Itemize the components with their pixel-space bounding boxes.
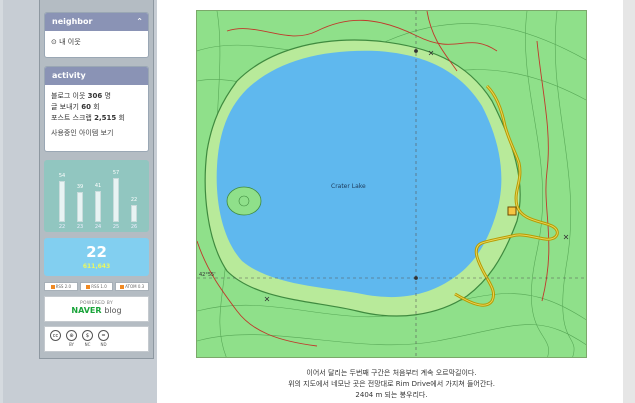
items-in-use-link[interactable]: 사용중인 아이템 보기 — [51, 128, 142, 139]
activity-title: activity — [52, 71, 86, 80]
my-neighbors-link[interactable]: 내 이웃 — [59, 38, 81, 46]
caption-line-1: 이어서 달리는 두번째 구간은 처음부터 계속 오르막길이다. — [306, 369, 477, 377]
naver-blog-logo: NAVER blog — [71, 306, 122, 315]
cc-icon: cc — [49, 330, 62, 348]
total-count: 611,643 — [82, 263, 111, 270]
visitor-bar-day: 26 — [130, 224, 138, 230]
visitor-bar-value: 41 — [94, 183, 102, 189]
visitor-bar: 57 25 — [112, 170, 120, 230]
visitor-counter: 22 611,643 — [44, 238, 149, 276]
map-caption: 이어서 달리는 두번째 구간은 처음부터 계속 오르막길이다. 위의 지도에서 … — [196, 368, 587, 401]
visitor-bar-day: 23 — [76, 224, 84, 230]
visitor-bar: 54 22 — [58, 173, 66, 230]
lake-label: Crater Lake — [331, 183, 366, 190]
caption-line-3: 2404 m 되는 봉우리다. — [355, 391, 428, 399]
lake-water — [216, 50, 502, 298]
latitude-label: 42°55' — [199, 272, 216, 278]
rss-icon — [50, 284, 55, 289]
visitor-bar: 22 26 — [130, 197, 138, 230]
visitor-bar-value: 22 — [130, 197, 138, 203]
neighbor-header: neighbor ⌃ — [45, 13, 148, 31]
rss2-button[interactable]: RSS 2.0 — [44, 282, 78, 291]
sidebar: neighbor ⌃ ⊙ 내 이웃 activity 블로그 이웃 306 명 … — [39, 0, 154, 359]
rss-icon — [86, 284, 91, 289]
scrollbar-track[interactable] — [623, 0, 635, 403]
crater-lake-map[interactable]: Crater Lake 42°55' — [196, 10, 587, 358]
collapse-icon[interactable]: ⌃ — [136, 13, 143, 31]
topo-map-svg: Crater Lake 42°55' — [197, 11, 586, 357]
radio-icon: ⊙ — [51, 38, 57, 46]
rss-icon — [120, 284, 125, 289]
nc-icon: $ NC — [81, 330, 94, 348]
visitor-bar-value: 39 — [76, 184, 84, 190]
stat-sends: 글 보내기 60 회 — [51, 103, 100, 111]
visitor-bar: 41 24 — [94, 183, 102, 230]
viewpoint-marker — [507, 206, 517, 216]
stat-scraps: 포스트 스크랩 2,515 회 — [51, 114, 125, 122]
stat-neighbors: 블로그 이웃 306 명 — [51, 92, 111, 100]
neighbor-box: neighbor ⌃ ⊙ 내 이웃 — [44, 12, 149, 58]
activity-header: activity — [45, 67, 148, 85]
visitor-bar-day: 25 — [112, 224, 120, 230]
visitor-graph: 54 22 39 23 41 24 57 25 22 26 — [44, 160, 149, 232]
creative-commons-license[interactable]: cc ⊕ BY $ NC = ND — [44, 326, 149, 352]
rss-row: RSS 2.0 RSS 1.0 ATOM 0.3 — [44, 282, 150, 291]
activity-box: activity 블로그 이웃 306 명 글 보내기 60 회 포스트 스크랩… — [44, 66, 149, 152]
by-icon: ⊕ BY — [65, 330, 78, 348]
neighbor-title: neighbor — [52, 17, 93, 26]
atom-button[interactable]: ATOM 0.3 — [115, 282, 150, 291]
visitor-bar-day: 22 — [58, 224, 66, 230]
page-edge — [0, 0, 3, 403]
powered-by-naver[interactable]: POWERED BY NAVER blog — [44, 296, 149, 322]
wizard-island — [226, 186, 262, 216]
visitor-bar-value: 54 — [58, 173, 66, 179]
visitor-bar: 39 23 — [76, 184, 84, 230]
visitor-bar-day: 24 — [94, 224, 102, 230]
visitor-bar-value: 57 — [112, 170, 120, 176]
rss1-button[interactable]: RSS 1.0 — [79, 282, 114, 291]
today-count: 22 — [86, 243, 107, 261]
nd-icon: = ND — [97, 330, 110, 348]
caption-line-2: 위의 지도에서 네모난 곳은 전망대로 Rim Drive에서 가지쳐 들어간다… — [288, 380, 495, 388]
